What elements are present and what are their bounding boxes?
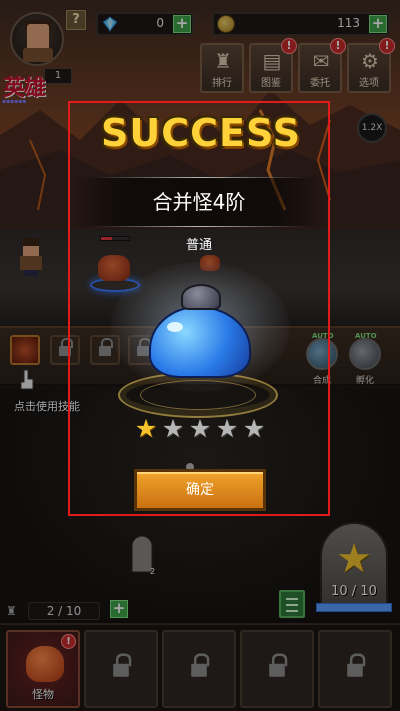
- confirm-button[interactable]: 确定: [134, 469, 266, 511]
- star-empty-icon: ★: [161, 414, 185, 443]
- success-title: SUCCESS: [101, 111, 301, 155]
- star-filled-icon: ★: [134, 414, 158, 443]
- star-empty-icon: ★: [242, 414, 266, 443]
- rarity-label: 普通: [185, 238, 212, 253]
- slime-monster-sprite: [145, 284, 255, 380]
- merge-result-title: 合并怪4阶: [152, 190, 246, 214]
- star-rating: ★ ★ ★ ★ ★: [133, 414, 269, 443]
- star-empty-icon: ★: [215, 414, 239, 443]
- magic-circle-inner: [140, 380, 256, 410]
- star-empty-icon: ★: [188, 414, 212, 443]
- divider: [90, 177, 310, 178]
- divider: [90, 226, 310, 227]
